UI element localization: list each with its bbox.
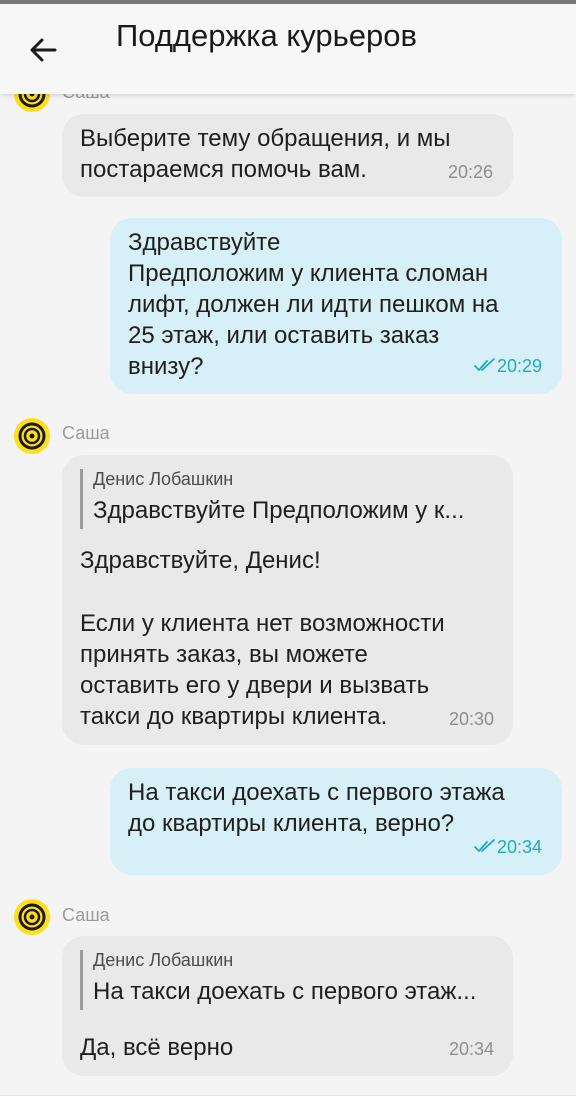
quote-text: Здравствуйте Предположим у к... xyxy=(93,497,465,524)
message-line: Предположим у клиента сломан xyxy=(128,260,489,287)
message-line: постараемся помочь вам. xyxy=(80,156,367,183)
message-line: Да, всё верно xyxy=(80,1034,234,1061)
sender-name: Саша xyxy=(62,423,110,443)
message-line: принять заказ, вы можете xyxy=(80,641,368,668)
double-check-icon xyxy=(474,839,495,852)
back-button[interactable] xyxy=(22,30,68,70)
spiral-logo-icon xyxy=(18,94,46,108)
double-check-icon xyxy=(474,358,495,371)
chat-area[interactable]: Саша Выберите тему обращения, и мы поста… xyxy=(0,94,576,1095)
message-bubble-outgoing[interactable]: Здравствуйте Предположим у клиента слома… xyxy=(110,218,562,394)
message-bubble-incoming[interactable]: Денис Лобашкин На такси доехать с первог… xyxy=(62,936,513,1076)
avatar[interactable] xyxy=(14,418,50,454)
reply-quote[interactable]: Денис Лобашкин На такси доехать с первог… xyxy=(80,950,483,1010)
message-time: 20:30 xyxy=(449,709,495,729)
quote-author: Денис Лобашкин xyxy=(93,950,234,970)
spiral-logo-icon xyxy=(18,903,46,931)
sender-name: Саша xyxy=(62,905,110,925)
message-line: такси до квартиры клиента. xyxy=(80,703,388,730)
message-line: 25 этаж, или оставить заказ xyxy=(128,322,440,349)
message-line: Здравствуйте, Денис! xyxy=(80,547,321,574)
message-time: 20:29 xyxy=(497,356,543,376)
message-bubble-incoming[interactable]: Выберите тему обращения, и мы постараемс… xyxy=(62,114,513,197)
message-time: 20:26 xyxy=(448,162,494,182)
sender-name: Саша xyxy=(62,94,110,103)
spiral-logo-icon xyxy=(18,422,46,450)
app-header: Поддержка курьеров xyxy=(0,4,576,94)
message-bubble-outgoing[interactable]: На такси доехать с первого этажа до квар… xyxy=(110,768,562,875)
avatar[interactable] xyxy=(14,94,50,112)
message-line: На такси доехать с первого этажа xyxy=(128,779,505,806)
reply-quote[interactable]: Денис Лобашкин Здравствуйте Предположим … xyxy=(80,469,483,529)
avatar[interactable] xyxy=(14,899,50,935)
message-line: Выберите тему обращения, и мы xyxy=(80,125,451,152)
message-time: 20:34 xyxy=(497,837,543,857)
message-line: Здравствуйте xyxy=(128,229,281,256)
arrow-left-icon xyxy=(30,38,57,62)
message-line: лифт, должен ли идти пешком на xyxy=(128,291,499,318)
message-line: внизу? xyxy=(128,353,204,380)
message-line: до квартиры клиента, верно? xyxy=(128,810,455,837)
message-bubble-incoming[interactable]: Денис Лобашкин Здравствуйте Предположим … xyxy=(62,455,513,745)
message-line: оставить его у двери и вызвать xyxy=(80,672,430,699)
quote-author: Денис Лобашкин xyxy=(93,469,234,489)
message-line: Если у клиента нет возможности xyxy=(80,610,445,637)
message-time: 20:34 xyxy=(449,1039,495,1059)
page-title: Поддержка курьеров xyxy=(116,18,417,53)
quote-text: На такси доехать с первого этаж... xyxy=(93,978,477,1005)
